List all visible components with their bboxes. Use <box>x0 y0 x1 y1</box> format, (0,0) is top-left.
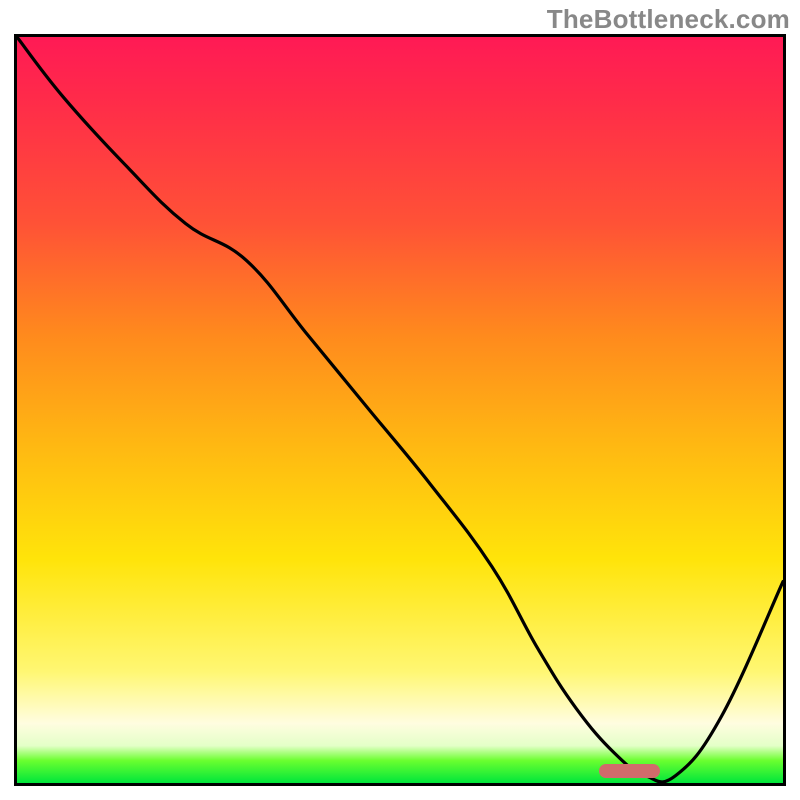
watermark-text: TheBottleneck.com <box>547 4 790 35</box>
optimal-range-marker <box>599 764 660 777</box>
figure-container: TheBottleneck.com <box>0 0 800 800</box>
plot-area <box>14 34 786 786</box>
bottleneck-curve <box>17 37 783 783</box>
